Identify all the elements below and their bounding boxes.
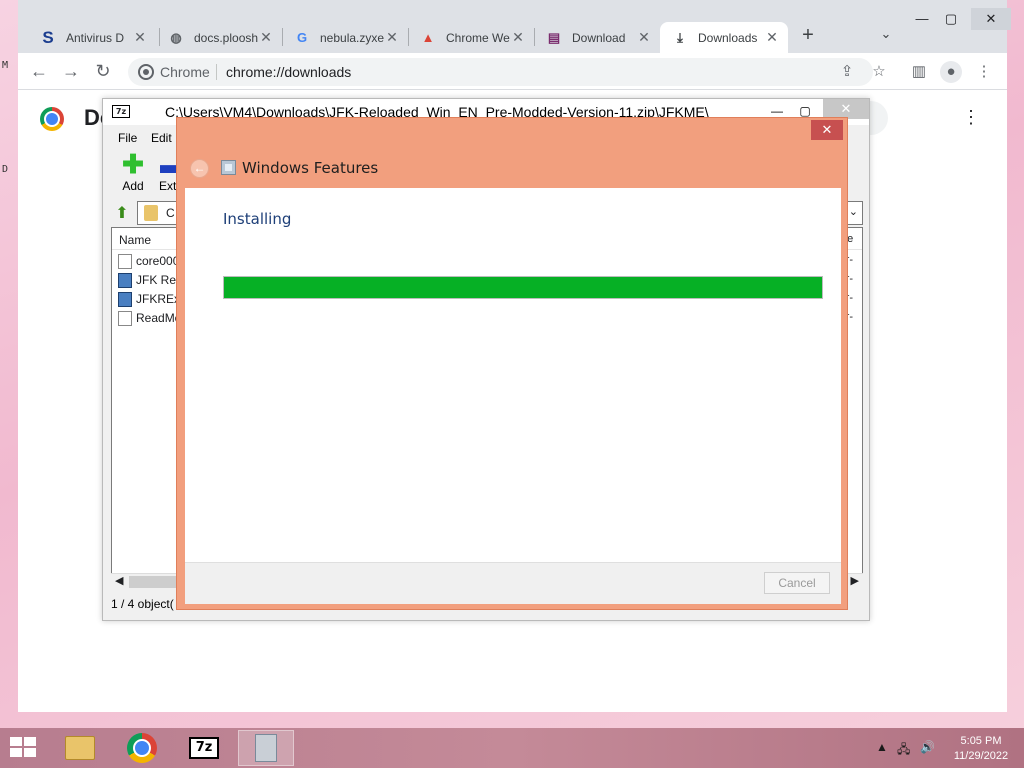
- tab-label: nebula.zyxe: [320, 30, 384, 45]
- up-folder-icon[interactable]: ⬆: [111, 203, 133, 223]
- installing-heading: Installing: [223, 210, 292, 228]
- menu-file[interactable]: File: [118, 131, 137, 145]
- 7zip-app-icon: 7z: [112, 105, 130, 118]
- side-panel-icon[interactable]: ▥: [908, 61, 930, 83]
- url-text[interactable]: chrome://downloads: [226, 64, 351, 80]
- file-icon: [118, 254, 132, 269]
- path-text: C: [166, 206, 175, 220]
- browser-toolbar: ← → ↻ Chrome chrome://downloads ⇪ ☆ ▥ ● …: [18, 53, 1007, 90]
- close-tab-icon[interactable]: ✕: [636, 29, 652, 46]
- exe-icon: [118, 273, 132, 288]
- close-window-button[interactable]: ✕: [971, 8, 1011, 30]
- clock-time: 5:05 PM: [960, 735, 1002, 747]
- google-icon: G: [296, 30, 308, 45]
- address-chip: Chrome: [160, 64, 210, 80]
- taskbar-windows-features[interactable]: [238, 730, 294, 766]
- reload-button[interactable]: ↻: [90, 59, 116, 83]
- 7zip-icon: 7z: [189, 737, 219, 759]
- back-arrow-icon[interactable]: ←: [190, 159, 209, 178]
- tab-downloads[interactable]: ⤓ Downloads ✕: [660, 22, 788, 53]
- clock[interactable]: 5:05 PM 11/29/2022: [946, 734, 1016, 764]
- chrome-page-icon: [138, 64, 154, 80]
- dialog-body: Installing: [185, 188, 841, 562]
- maximize-button[interactable]: ▢: [931, 8, 971, 30]
- globe-icon: ◍: [170, 29, 182, 45]
- progress-fill: [224, 277, 822, 298]
- chevron-down-icon[interactable]: ⌄: [849, 205, 858, 218]
- taskbar-7zip[interactable]: 7z: [176, 730, 232, 766]
- profile-avatar-icon[interactable]: ●: [940, 61, 962, 83]
- scroll-right-icon[interactable]: ▶: [851, 574, 859, 587]
- file-name: core000: [136, 254, 180, 268]
- 7zip-close-button[interactable]: ✕: [823, 99, 869, 119]
- dialog-close-button[interactable]: ✕: [811, 120, 843, 140]
- windows-features-dialog: ✕ ← Windows Features Installing Cancel: [176, 117, 848, 610]
- close-tab-icon[interactable]: ✕: [510, 29, 526, 46]
- menu-edit[interactable]: Edit: [151, 131, 172, 145]
- tab-docs-ploosh[interactable]: ◍ docs.ploosh ✕: [156, 22, 282, 53]
- taskbar: 7z ▲ 🖧 🔊 5:05 PM 11/29/2022: [0, 728, 1024, 768]
- desktop-icon-edge[interactable]: D: [2, 164, 8, 175]
- chrome-icon: [127, 733, 157, 763]
- tab-label: Download: [572, 30, 626, 45]
- desktop-icon-edge[interactable]: M: [2, 60, 8, 71]
- windows-features-icon: [221, 160, 236, 175]
- address-separator: [216, 64, 217, 80]
- close-tab-icon[interactable]: ✕: [764, 29, 780, 46]
- dialog-footer: Cancel: [185, 562, 841, 604]
- close-tab-icon[interactable]: ✕: [132, 29, 148, 46]
- clock-date: 11/29/2022: [953, 750, 1009, 762]
- close-tab-icon[interactable]: ✕: [258, 29, 274, 46]
- text-file-icon: [118, 311, 132, 326]
- add-button[interactable]: ✚ Add: [113, 149, 153, 193]
- more-actions-icon[interactable]: ⋮: [962, 107, 980, 128]
- forward-button[interactable]: →: [58, 59, 84, 83]
- chrome-menu-icon[interactable]: ⋮: [973, 61, 995, 83]
- taskbar-file-explorer[interactable]: [52, 730, 108, 766]
- close-tab-icon[interactable]: ✕: [384, 29, 400, 46]
- install-progress-bar: [223, 276, 823, 299]
- file-name: ReadMe: [136, 311, 182, 325]
- taskbar-chrome[interactable]: [114, 730, 170, 766]
- back-button[interactable]: ←: [26, 59, 52, 83]
- bookmark-star-icon[interactable]: ☆: [868, 61, 890, 83]
- column-name[interactable]: Name: [119, 233, 151, 247]
- 7zip-status-bar: 1 / 4 object(: [111, 597, 174, 611]
- chrome-web-store-icon: ▲: [421, 30, 435, 45]
- file-explorer-icon: [65, 736, 95, 760]
- plus-icon: ✚: [122, 149, 144, 179]
- tab-search-chevron-icon[interactable]: ⌄: [876, 26, 896, 46]
- chrome-logo-icon: [40, 107, 64, 131]
- tab-label: docs.ploosh: [194, 30, 258, 45]
- s-logo-icon: S: [42, 27, 54, 47]
- network-icon[interactable]: 🖧: [897, 740, 910, 761]
- cancel-button[interactable]: Cancel: [764, 572, 830, 594]
- tab-antivirus[interactable]: S Antivirus D ✕: [28, 22, 156, 53]
- scroll-left-icon[interactable]: ◀: [115, 574, 123, 587]
- tab-label: Chrome We: [446, 30, 510, 45]
- tab-chrome-web-store[interactable]: ▲ Chrome We ✕: [408, 22, 534, 53]
- share-icon[interactable]: ⇪: [836, 61, 858, 83]
- folder-icon: [144, 205, 158, 221]
- new-tab-button[interactable]: +: [796, 24, 820, 48]
- download-site-icon: ▤: [547, 29, 561, 45]
- windows-features-icon: [255, 734, 277, 762]
- add-label: Add: [122, 179, 144, 193]
- start-button[interactable]: [10, 737, 38, 759]
- tab-nebula[interactable]: G nebula.zyxe ✕: [282, 22, 408, 53]
- tab-download-site[interactable]: ▤ Download ✕: [534, 22, 660, 53]
- show-hidden-icons-chevron-icon[interactable]: ▲: [876, 740, 888, 754]
- volume-icon[interactable]: 🔊: [920, 740, 935, 754]
- dialog-title: Windows Features: [242, 159, 379, 177]
- tab-strip: S Antivirus D ✕ ◍ docs.ploosh ✕ G nebula…: [18, 0, 1011, 53]
- address-bar[interactable]: Chrome chrome://downloads: [128, 58, 873, 86]
- download-icon: ⤓: [677, 29, 683, 45]
- tab-label: Downloads: [698, 30, 758, 45]
- exe-icon: [118, 292, 132, 307]
- tab-label: Antivirus D: [66, 30, 125, 45]
